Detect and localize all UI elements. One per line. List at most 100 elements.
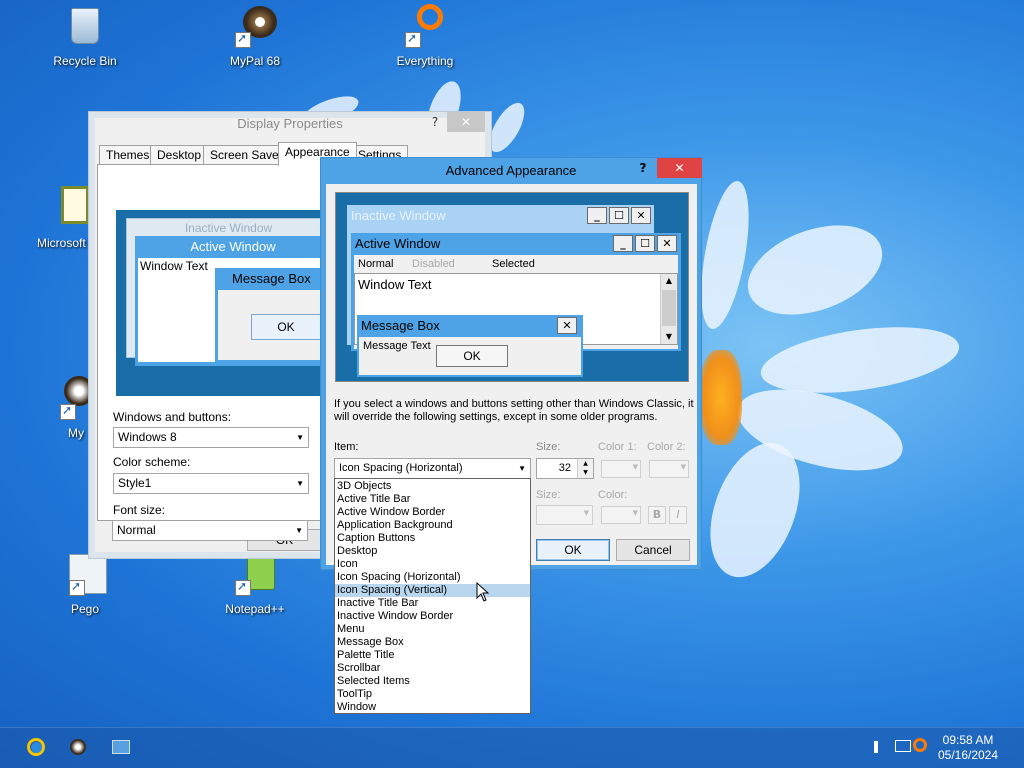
chevron-down-icon: ▼ (632, 463, 638, 471)
mouse-cursor-icon (476, 582, 490, 602)
preview-ok-button: OK (436, 345, 508, 367)
cancel-button[interactable]: Cancel (616, 539, 690, 561)
list-item[interactable]: Scrollbar (335, 662, 530, 675)
list-item[interactable]: Icon (335, 558, 530, 571)
help-button[interactable]: ? (425, 112, 445, 132)
font-size-select[interactable]: ▼ (536, 505, 593, 525)
close-icon: ✕ (460, 115, 472, 129)
italic-button[interactable]: I (669, 506, 687, 524)
show-desktop-icon[interactable] (112, 740, 130, 754)
help-button[interactable]: ? (635, 158, 651, 178)
preview-message-box: Message Box ✕ Message Text OK (357, 315, 583, 377)
font-size-label: Size: (536, 489, 561, 501)
list-item[interactable]: ToolTip (335, 688, 530, 701)
desktop-icon-everything[interactable]: Everything (380, 4, 470, 68)
list-item[interactable]: Icon Spacing (Horizontal) (335, 571, 530, 584)
font-size-label: Font size: (113, 503, 166, 517)
font-size-select[interactable]: Normal ▼ (112, 520, 308, 541)
close-icon: ✕ (631, 207, 651, 224)
everything-tray-icon[interactable] (913, 738, 927, 752)
preview-menu-selected: Selected (492, 258, 535, 270)
desktop-icon-label: MyPal 68 (229, 54, 281, 68)
list-item[interactable]: Desktop (335, 545, 530, 558)
preview-ok-button: OK (251, 314, 321, 340)
list-item[interactable]: Active Title Bar (335, 493, 530, 506)
close-button[interactable]: ✕ (447, 112, 485, 132)
color-scheme-label: Color scheme: (113, 455, 191, 469)
clock-date: 05/16/2024 (937, 748, 999, 762)
mypal-taskbar-icon[interactable] (68, 737, 88, 757)
desktop-icon-recycle-bin[interactable]: Recycle Bin (40, 4, 130, 68)
windows-buttons-select[interactable]: Windows 8 ▼ (113, 427, 309, 448)
chevron-down-icon: ▼ (680, 463, 686, 471)
tab-desktop[interactable]: Desktop (150, 145, 209, 165)
list-item[interactable]: Caption Buttons (335, 532, 530, 545)
mypal-icon (235, 4, 277, 48)
color1-picker[interactable]: ▼ (601, 460, 641, 478)
everything-icon (405, 4, 445, 48)
close-icon: ✕ (557, 317, 577, 334)
chevron-down-icon: ▼ (583, 509, 589, 517)
list-item[interactable]: Window (335, 701, 530, 714)
list-item[interactable]: Message Box (335, 636, 530, 649)
desktop-icon-label: Everything (396, 54, 454, 68)
network-icon[interactable] (895, 740, 911, 752)
list-item[interactable]: Inactive Title Bar (335, 597, 530, 610)
chevron-down-icon: ▼ (296, 479, 304, 488)
desktop-icon-notepadpp[interactable]: Notepad++ (210, 552, 300, 616)
list-item[interactable]: Inactive Window Border (335, 610, 530, 623)
list-item[interactable]: Selected Items (335, 675, 530, 688)
appearance-preview: Inactive Window Active Window Window Tex… (116, 210, 331, 396)
size-spinner[interactable]: 32 ▲ ▼ (536, 458, 594, 479)
list-item[interactable]: Application Background (335, 519, 530, 532)
desktop-icon-label: Recycle Bin (53, 54, 117, 68)
desktop-icon-label: Microsoft (37, 236, 86, 250)
tab-screen-saver[interactable]: Screen Saver (203, 145, 290, 165)
item-select[interactable]: Icon Spacing (Horizontal) ▼ (334, 458, 531, 479)
color2-picker[interactable]: ▼ (649, 460, 689, 478)
bold-button[interactable]: B (648, 506, 666, 524)
recycle-bin-icon (65, 4, 105, 48)
item-dropdown-list[interactable]: 3D Objects Active Title Bar Active Window … (334, 478, 531, 714)
list-item[interactable]: Menu (335, 623, 530, 636)
taskbar: 09:58 AM 05/16/2024 (0, 727, 1024, 768)
windows-buttons-label: Windows and buttons: (113, 410, 232, 424)
list-item[interactable]: Palette Title (335, 649, 530, 662)
size-label: Size: (536, 441, 561, 453)
tray-flag-icon[interactable] (874, 741, 878, 753)
close-icon: ✕ (657, 235, 677, 252)
color-scheme-select[interactable]: Style1 ▼ (113, 473, 309, 494)
color2-label: Color 2: (647, 441, 686, 453)
item-label: Item: (334, 441, 359, 453)
advanced-preview: Inactive Window _ ☐ ✕ Active Window _ ☐ … (335, 192, 689, 382)
close-icon: ✕ (674, 161, 685, 175)
preview-menu-disabled: Disabled (412, 258, 455, 270)
list-item[interactable]: 3D Objects (335, 480, 530, 493)
font-color-picker[interactable]: ▼ (601, 506, 641, 524)
ok-button[interactable]: OK (536, 539, 610, 561)
spinner-arrows-icon[interactable]: ▲ ▼ (577, 459, 593, 478)
desktop-icon-microsoft[interactable]: Microsoft (33, 186, 93, 250)
list-item[interactable]: Active Window Border (335, 506, 530, 519)
chevron-down-icon: ▼ (632, 509, 638, 517)
clock-time: 09:58 AM (942, 733, 994, 747)
chevron-down-icon: ▼ (518, 464, 526, 473)
color1-label: Color 1: (598, 441, 637, 453)
desktop-icon-pego[interactable]: Pego (40, 552, 130, 616)
desktop-icon-label: Notepad++ (225, 602, 285, 616)
close-button[interactable]: ✕ (657, 158, 702, 178)
maximize-icon: ☐ (609, 207, 629, 224)
clock[interactable]: 09:58 AM 05/16/2024 (930, 733, 1006, 763)
desktop-icon-label: Pego (70, 602, 100, 616)
maximize-icon: ☐ (635, 235, 655, 252)
chevron-down-icon: ▼ (296, 433, 304, 442)
info-text: If you select a windows and buttons sett… (334, 398, 694, 423)
preview-scrollbar: ▲ ▼ (660, 274, 677, 344)
tab-themes[interactable]: Themes (99, 145, 157, 165)
internet-explorer-icon[interactable] (25, 736, 47, 758)
list-item[interactable]: Icon Spacing (Vertical) (335, 584, 530, 597)
preview-menu-normal: Normal (358, 258, 394, 270)
desktop-icon-mypal[interactable]: MyPal 68 (210, 4, 300, 68)
preview-message-box: Message Box OK (215, 268, 331, 364)
chevron-down-icon: ▼ (295, 526, 303, 535)
